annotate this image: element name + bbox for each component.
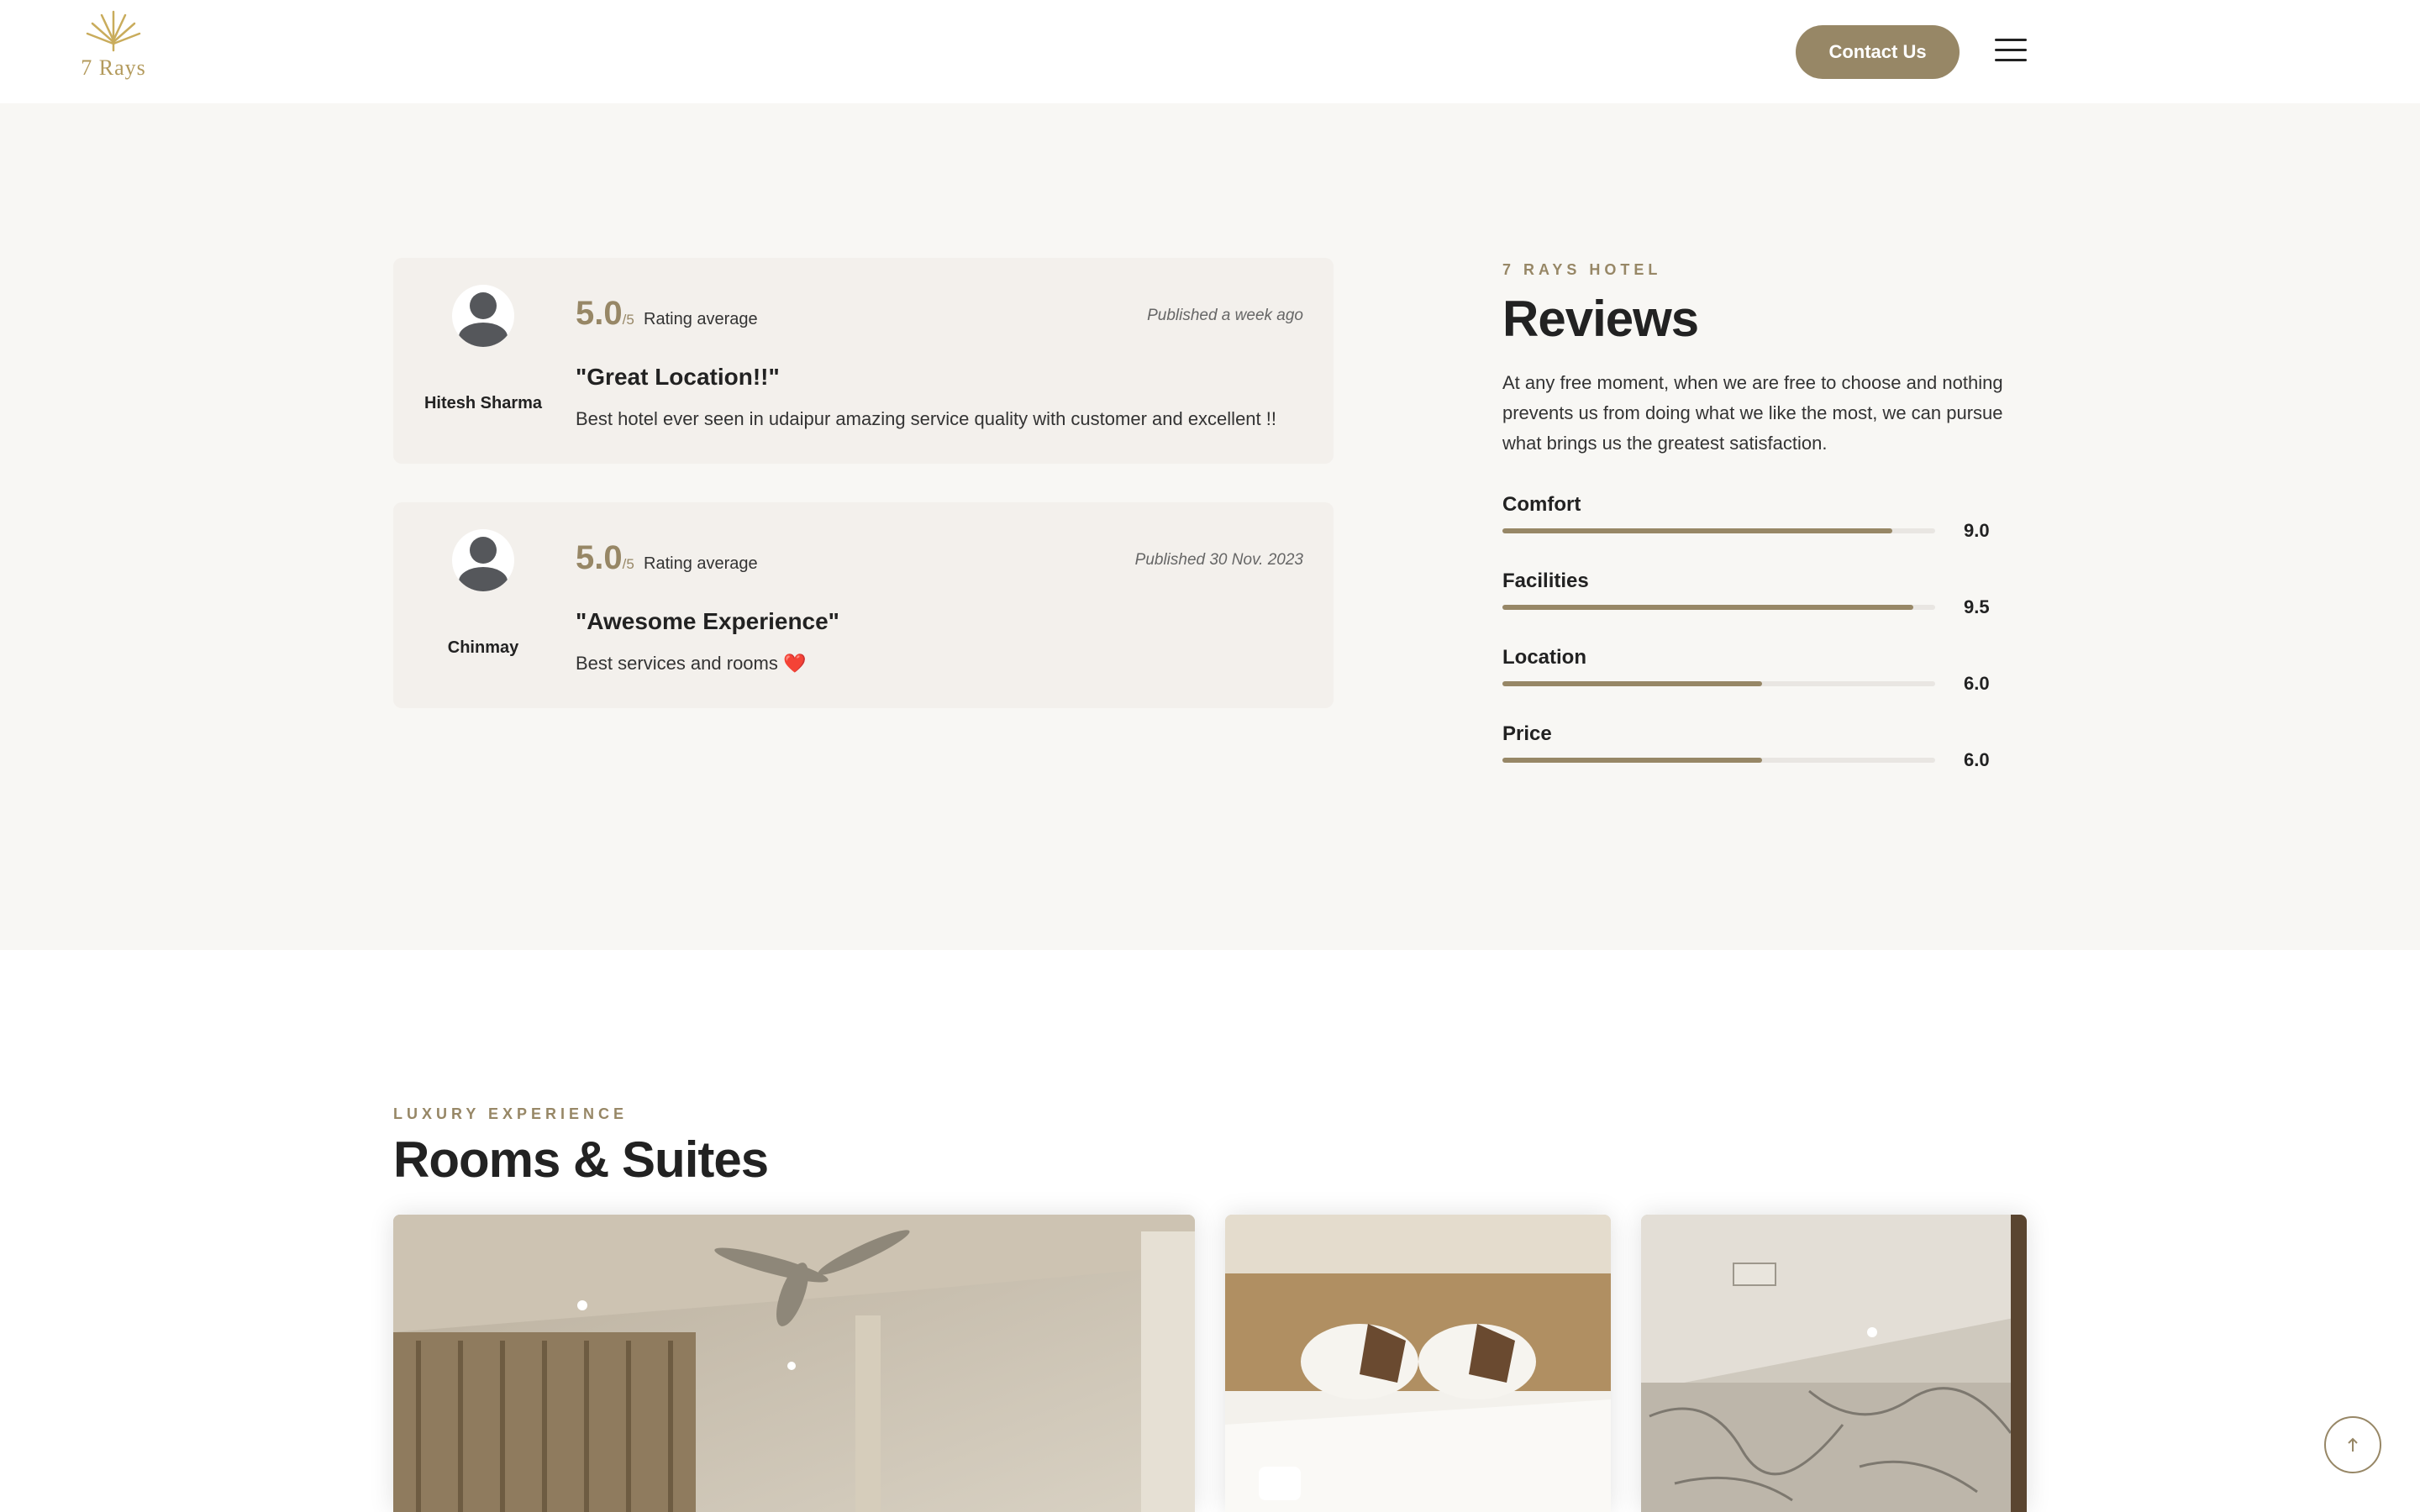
score-bar [1502,681,1935,686]
review-title: "Great Location!!" [576,364,780,390]
reviews-heading: Reviews [1502,291,1699,347]
score-bar [1502,528,1935,533]
menu-button[interactable] [1995,37,2027,64]
score-value: 9.5 [1964,596,1990,617]
review-body: Best hotel ever seen in udaipur amazing … [576,408,1276,429]
rating-label: Rating average [644,554,758,573]
score-label: Facilities [1502,570,1589,592]
score-bar-fill [1502,681,1762,686]
rating-number: 5.0 [576,539,623,576]
reviewer-name: Hitesh Sharma [424,394,543,412]
reviews-section: Hitesh Sharma 5.0/5 Rating average Publi… [0,103,2420,950]
rating-label: Rating average [644,310,758,328]
logo-sun-icon [86,10,141,52]
room-image[interactable] [393,1215,1195,1512]
hamburger-icon [1995,39,2027,41]
score-bar [1502,605,1935,610]
published-date: Published 30 Nov. 2023 [1134,551,1303,569]
score-label: Comfort [1502,493,1581,516]
user-icon [459,292,508,347]
avatar [452,529,514,591]
contact-us-button[interactable]: Contact Us [1796,25,1960,79]
score-bar-fill [1502,605,1914,610]
rating-number: 5.0 [576,295,623,332]
published-date: Published a week ago [1147,307,1303,324]
rating-value: 5.0/5 [576,539,634,577]
review-card: Chinmay 5.0/5 Rating average Published 3… [393,502,1334,708]
rooms-heading: Rooms & Suites [393,1131,769,1188]
room-image[interactable] [1641,1215,2027,1512]
arrow-up-icon [2348,1437,2358,1452]
scroll-to-top-button[interactable] [2324,1416,2381,1473]
score-value: 6.0 [1964,673,1990,694]
score-value: 9.0 [1964,520,1990,541]
rating-max: /5 [622,556,634,572]
rating-max: /5 [622,312,634,328]
score-label: Price [1502,722,1552,745]
review-body: Best services and rooms ❤️ [576,653,807,674]
score-bar [1502,758,1935,763]
score-bar-fill [1502,758,1762,763]
rating-value: 5.0/5 [576,295,634,333]
review-card: Hitesh Sharma 5.0/5 Rating average Publi… [393,258,1334,464]
avatar [452,285,514,347]
logo[interactable]: 7 Rays [74,7,153,82]
reviews-description: At any free moment, when we are free to … [1502,372,2003,454]
logo-text: 7 Rays [81,55,146,80]
reviewer-name: Chinmay [447,638,519,657]
rooms-kicker: LUXURY EXPERIENCE [393,1105,629,1122]
room-image[interactable] [1225,1215,1611,1512]
section-kicker: 7 RAYS HOTEL [1502,261,1662,278]
user-icon [459,537,508,591]
score-bar-fill [1502,528,1892,533]
score-value: 6.0 [1964,749,1990,770]
score-label: Location [1502,646,1586,669]
review-title: "Awesome Experience" [576,608,839,634]
site-header: 7 Rays Contact Us [0,0,2420,103]
